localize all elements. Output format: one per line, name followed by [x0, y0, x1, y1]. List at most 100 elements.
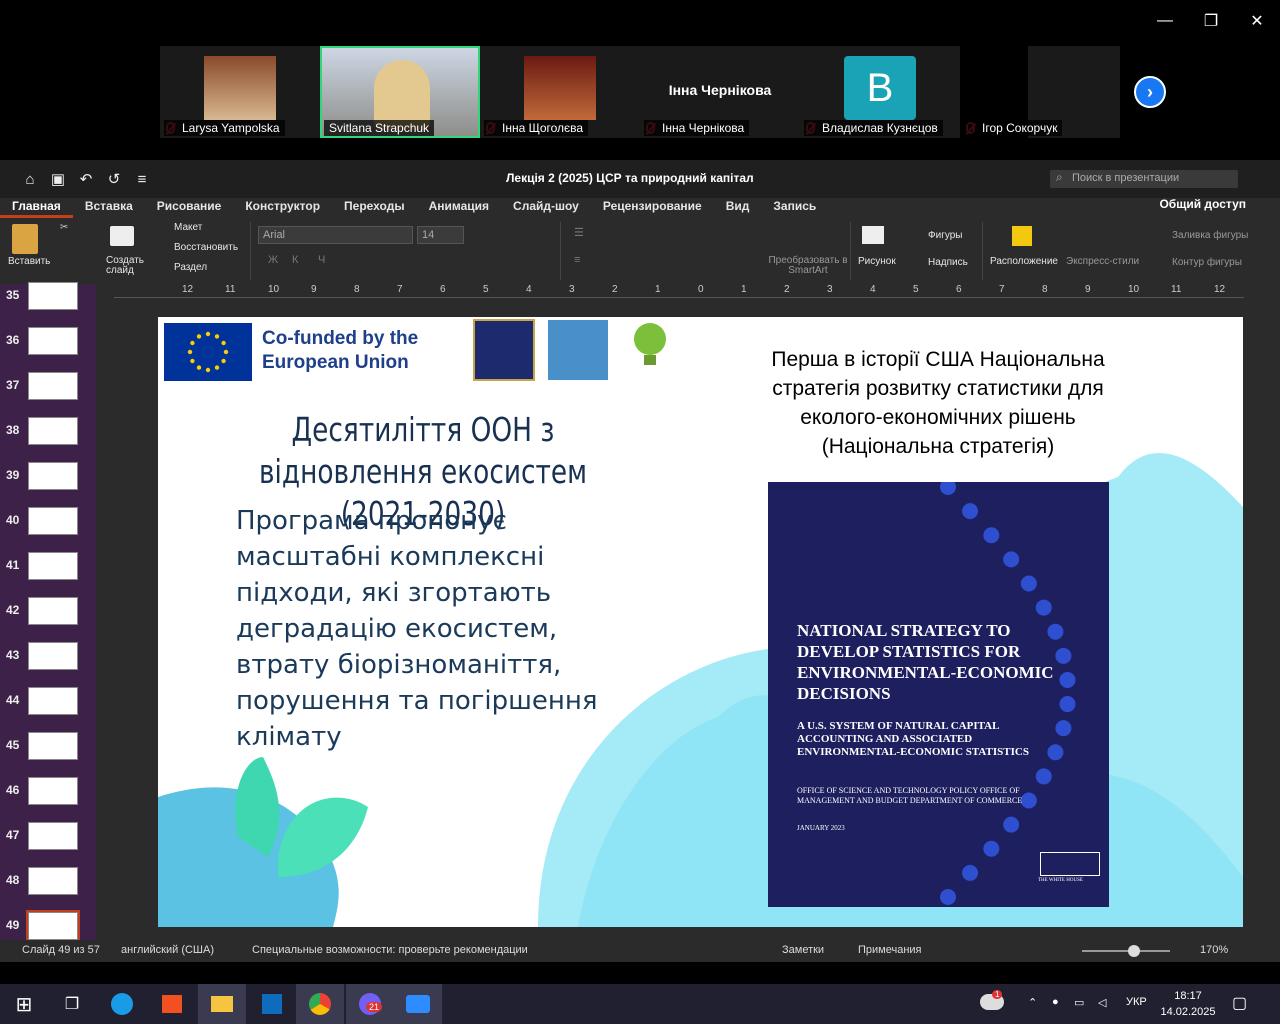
- zoom-slider[interactable]: [1082, 950, 1170, 952]
- notes-button[interactable]: Заметки: [782, 944, 824, 956]
- report-cover-image: NATIONAL STRATEGY TO DEVELOP STATISTICS …: [768, 482, 1109, 907]
- arrange-button[interactable]: Расположение: [990, 256, 1058, 267]
- participant-tile[interactable]: Інна Щоголєва: [480, 46, 640, 138]
- ruler-label: 12: [182, 284, 194, 295]
- italic-icon[interactable]: К: [292, 254, 298, 266]
- divider: [250, 222, 251, 280]
- new-slide-button[interactable]: Создать слайд: [106, 256, 146, 276]
- close-icon[interactable]: ✕: [1234, 8, 1280, 34]
- clock[interactable]: 18:17 14.02.2025: [1158, 988, 1218, 1020]
- edge-button[interactable]: [98, 984, 146, 1024]
- ruler-label: 12: [1214, 284, 1226, 295]
- network-icon[interactable]: ▭: [1074, 996, 1084, 1009]
- ruler-label: 5: [483, 284, 489, 295]
- viber-button[interactable]: 21: [346, 984, 394, 1024]
- picture-button[interactable]: Рисунок: [858, 256, 896, 267]
- comments-button[interactable]: Примечания: [858, 944, 922, 956]
- participant-name: Інна Чернікова: [644, 120, 750, 136]
- new-slide-icon[interactable]: [110, 226, 134, 246]
- tab-home[interactable]: Главная: [0, 196, 73, 218]
- shape-outline-button[interactable]: Контур фигуры: [1172, 257, 1242, 268]
- tab-draw[interactable]: Рисование: [145, 196, 234, 218]
- slide-preview: [28, 642, 78, 670]
- home-icon[interactable]: ⌂: [16, 171, 44, 188]
- smartart-button[interactable]: Преобразовать в SmartArt: [768, 256, 848, 276]
- font-size-select[interactable]: 14: [417, 226, 464, 244]
- slide-preview: [28, 372, 78, 400]
- right-title: Перша в історії США Національна стратегі…: [771, 348, 1105, 458]
- arrange-icon[interactable]: [1012, 226, 1032, 246]
- tab-transitions[interactable]: Переходы: [332, 196, 417, 218]
- ruler-label: 10: [268, 284, 280, 295]
- volume-icon[interactable]: ◁: [1098, 996, 1106, 1009]
- zoom-level[interactable]: 170%: [1200, 944, 1228, 956]
- zoom-button[interactable]: [394, 984, 442, 1024]
- customize-icon[interactable]: ≡: [128, 171, 156, 188]
- accessibility-status[interactable]: Специальные возможности: проверьте реком…: [252, 944, 528, 956]
- tab-review[interactable]: Рецензирование: [591, 196, 714, 218]
- bold-icon[interactable]: Ж: [268, 254, 278, 266]
- tab-insert[interactable]: Вставка: [73, 196, 145, 218]
- minimize-icon[interactable]: —: [1142, 8, 1188, 34]
- paste-icon[interactable]: [12, 224, 38, 254]
- participant-tile[interactable]: Ігор Сокорчук: [960, 46, 1120, 138]
- tab-slideshow[interactable]: Слайд-шоу: [501, 196, 591, 218]
- font-name-select[interactable]: Arial: [258, 226, 413, 244]
- restore-icon[interactable]: ❐: [1188, 8, 1234, 34]
- slide-preview: [28, 417, 78, 445]
- chevron-up-icon[interactable]: ⌃: [1028, 996, 1037, 1009]
- slide-number: 46: [6, 783, 20, 797]
- participant-tile[interactable]: Larysa Yampolska: [160, 46, 320, 138]
- edge-icon: [111, 993, 133, 1015]
- divider: [560, 222, 561, 280]
- undo-icon[interactable]: ↶: [72, 170, 100, 188]
- microphone-icon[interactable]: ●: [1052, 996, 1059, 1008]
- paste-button[interactable]: Вставить: [8, 256, 50, 267]
- layout-button[interactable]: Макет: [174, 222, 202, 233]
- window-controls: — ❐ ✕: [1142, 8, 1280, 34]
- search-input[interactable]: Поиск в презентации: [1050, 170, 1238, 188]
- store-button[interactable]: [148, 984, 196, 1024]
- outlook-button[interactable]: [248, 984, 296, 1024]
- slide-preview: [28, 327, 78, 355]
- horizontal-ruler: 12 11 10 9 8 7 6 5 4 3 2 1 0 1 2 3 4 5 6 7 8 9 10 11 12: [114, 284, 1244, 298]
- redo-icon[interactable]: ↺: [100, 170, 128, 188]
- tab-animation[interactable]: Анимация: [417, 196, 501, 218]
- tab-view[interactable]: Вид: [714, 196, 762, 218]
- participant-tile[interactable]: В Владислав Кузнєцов: [800, 46, 960, 138]
- avatar: В: [844, 56, 916, 120]
- shape-fill-button[interactable]: Заливка фигуры: [1172, 230, 1248, 241]
- tab-design[interactable]: Конструктор: [233, 196, 332, 218]
- share-button[interactable]: Общий доступ: [1159, 197, 1246, 211]
- slide-preview: [26, 910, 80, 942]
- quick-styles-button[interactable]: Экспресс-стили: [1066, 256, 1139, 267]
- cut-icon[interactable]: ✂: [60, 222, 68, 233]
- report-date: JANUARY 2023: [797, 824, 845, 832]
- explorer-button[interactable]: [198, 984, 246, 1024]
- section-button[interactable]: Раздел: [174, 262, 207, 273]
- status-bar: Слайд 49 из 57 английский (США) Специаль…: [0, 940, 1280, 962]
- windows-icon: ⊞: [15, 993, 33, 1016]
- search-icon: ⌕: [1056, 170, 1063, 184]
- reset-button[interactable]: Восстановить: [174, 242, 238, 253]
- language-indicator[interactable]: УКР: [1126, 996, 1147, 1008]
- tab-record[interactable]: Запись: [761, 196, 828, 218]
- shapes-button[interactable]: Фигуры: [928, 230, 962, 241]
- picture-icon[interactable]: [862, 226, 884, 244]
- textbox-button[interactable]: Надпись: [928, 257, 968, 268]
- save-icon[interactable]: ▣: [44, 170, 72, 188]
- underline-icon[interactable]: Ч: [318, 254, 325, 266]
- participant-tile[interactable]: Інна Чернікова Інна Чернікова: [640, 46, 800, 138]
- language-indicator[interactable]: английский (США): [121, 944, 214, 956]
- align-left-icon[interactable]: ≡: [574, 254, 580, 266]
- slide-canvas[interactable]: Co-funded by the European Union Десятилі…: [158, 317, 1243, 927]
- notifications-icon[interactable]: ▢: [1232, 993, 1247, 1013]
- zoom-slider-thumb[interactable]: [1128, 945, 1140, 957]
- ruler-label: 5: [913, 284, 919, 295]
- chrome-button[interactable]: [296, 984, 344, 1024]
- participant-tile-active[interactable]: Svitlana Strapchuk: [320, 46, 480, 138]
- task-view-button[interactable]: ❐: [48, 984, 96, 1024]
- next-participants-button[interactable]: ›: [1134, 76, 1166, 108]
- bullets-icon[interactable]: ☰: [574, 226, 584, 239]
- start-button[interactable]: ⊞: [0, 984, 48, 1024]
